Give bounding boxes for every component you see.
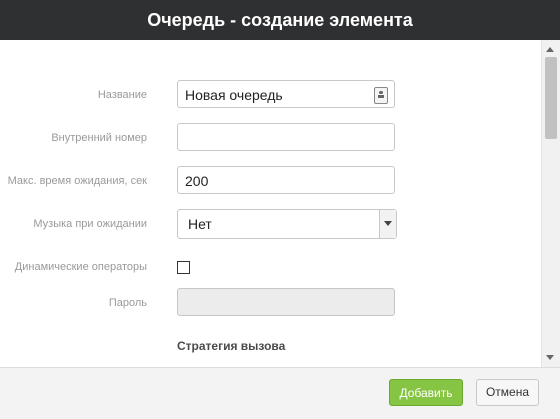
hold-music-row: Музыка при ожидании Нет xyxy=(0,209,540,239)
scroll-up-arrow-icon[interactable] xyxy=(546,47,554,52)
hold-music-selected: Нет xyxy=(188,216,212,232)
hold-music-select[interactable]: Нет xyxy=(177,209,397,239)
internal-number-row: Внутренний номер xyxy=(0,123,540,153)
name-input[interactable]: Новая очередь xyxy=(177,80,395,108)
dialog-title: Очередь - создание элемента xyxy=(0,0,560,40)
dynamic-operators-row: Динамические операторы xyxy=(0,252,540,282)
internal-number-label: Внутренний номер xyxy=(51,132,147,144)
scrollbar-thumb[interactable] xyxy=(545,57,557,139)
password-input[interactable] xyxy=(177,288,395,316)
name-label: Название xyxy=(97,89,147,101)
password-label: Пароль xyxy=(108,297,147,309)
max-wait-label: Макс. время ожидания, сек xyxy=(7,175,147,187)
contact-card-icon-head xyxy=(379,91,383,94)
vertical-scrollbar[interactable] xyxy=(541,40,560,367)
queue-create-dialog: Очередь - создание элемента Название Нов… xyxy=(0,0,560,419)
max-wait-input[interactable]: 200 xyxy=(177,166,395,194)
dialog-footer: Добавить Отмена xyxy=(0,367,560,419)
max-wait-row: Макс. время ожидания, сек 200 xyxy=(0,166,540,196)
internal-number-input[interactable] xyxy=(177,123,395,151)
hold-music-label: Музыка при ожидании xyxy=(33,218,147,230)
add-button[interactable]: Добавить xyxy=(389,379,463,406)
name-value: Новая очередь xyxy=(185,87,283,103)
dynamic-operators-checkbox[interactable] xyxy=(177,261,190,274)
dynamic-operators-label: Динамические операторы xyxy=(14,261,147,273)
scroll-down-arrow-icon[interactable] xyxy=(546,355,554,360)
contact-card-icon[interactable] xyxy=(374,87,388,104)
contact-card-icon-body xyxy=(378,95,384,98)
name-row: Название Новая очередь xyxy=(0,80,540,110)
password-row: Пароль xyxy=(0,288,540,318)
call-strategy-heading: Стратегия вызова xyxy=(177,339,286,353)
cancel-button[interactable]: Отмена xyxy=(476,379,539,406)
chevron-down-icon[interactable] xyxy=(379,210,396,238)
